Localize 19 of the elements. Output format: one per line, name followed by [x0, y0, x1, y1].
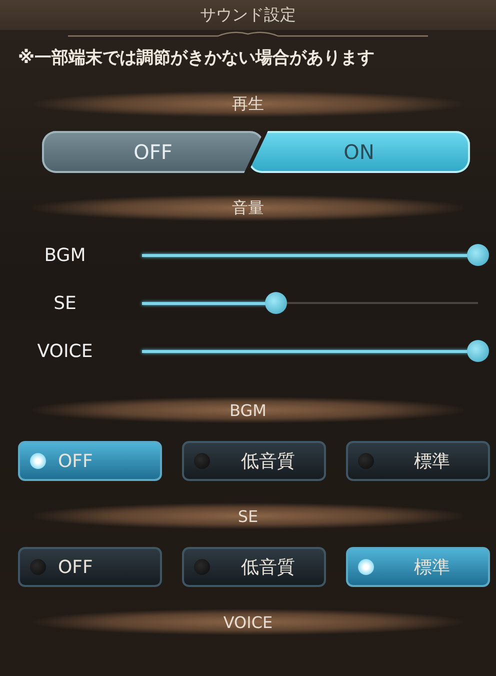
section-header: 音量: [33, 195, 463, 221]
radio-button[interactable]: OFF: [18, 547, 162, 587]
toggle-button[interactable]: OFF: [42, 131, 264, 173]
radio-button[interactable]: 低音質: [182, 547, 326, 587]
slider-label: VOICE: [36, 340, 94, 362]
toggle-button[interactable]: ON: [248, 131, 470, 173]
section-header: SE: [33, 503, 463, 529]
slider-label: BGM: [43, 244, 87, 266]
radio-button[interactable]: 低音質: [182, 441, 326, 481]
section-header: 再生: [33, 91, 463, 117]
slider-thumb[interactable]: [467, 340, 489, 362]
window-title: サウンド設定: [0, 0, 496, 30]
section-header: BGM: [33, 397, 463, 423]
radio-button[interactable]: 標準: [346, 441, 490, 481]
slider-thumb[interactable]: [467, 244, 489, 266]
notice-text: ※一部端末では調節がきかない場合があります: [18, 47, 376, 69]
slider-label: SE: [52, 292, 78, 314]
slider-thumb[interactable]: [265, 292, 288, 314]
section-header: VOICE: [33, 609, 463, 635]
